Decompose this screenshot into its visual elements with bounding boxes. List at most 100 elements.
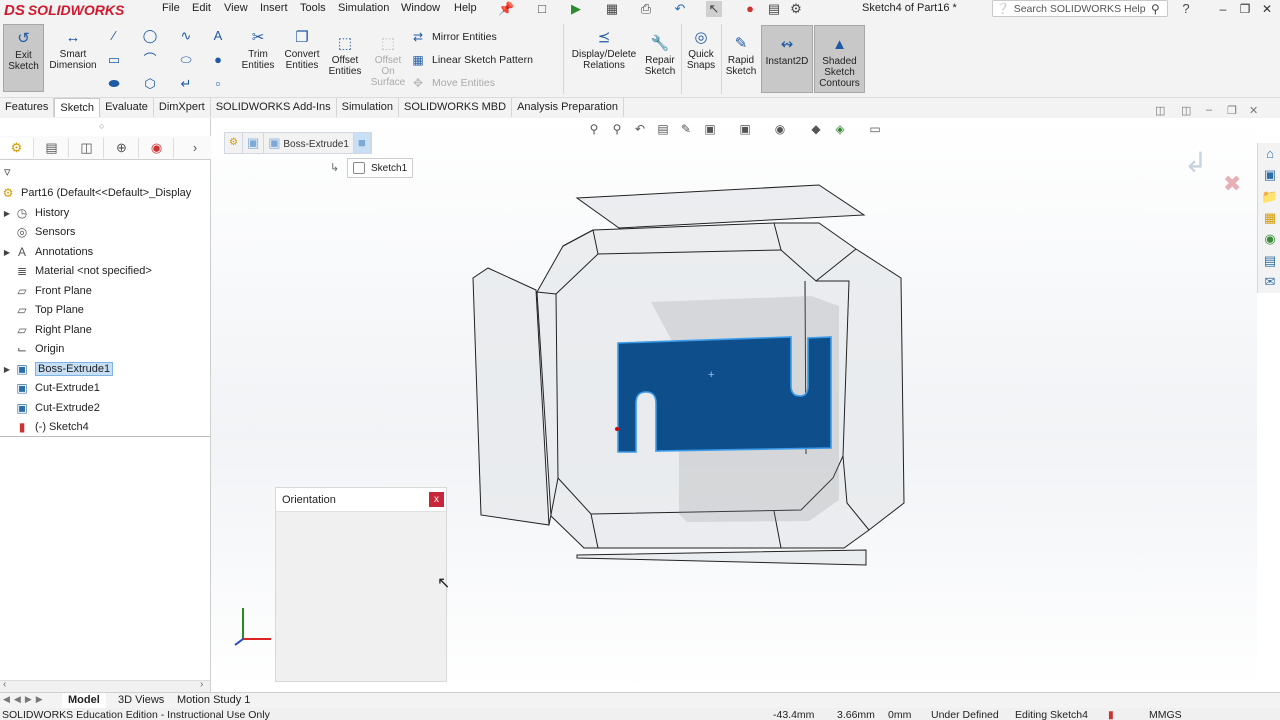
offset-on-surface-button[interactable]: ⬚ Offset On Surface: [368, 35, 408, 88]
view-palette-icon[interactable]: ▦: [1261, 209, 1279, 227]
file-properties-icon[interactable]: ▤: [766, 1, 782, 17]
doc-minimize-icon[interactable]: –: [1206, 104, 1212, 116]
circle-icon[interactable]: ◯: [142, 28, 158, 44]
appearances-icon[interactable]: ◉: [1261, 230, 1279, 248]
tree-item-right-plane[interactable]: ▱ Right Plane: [0, 321, 92, 339]
rebuild-icon[interactable]: ●: [742, 1, 758, 17]
plane-icon[interactable]: ▫: [210, 76, 226, 92]
menu-file[interactable]: File: [162, 2, 180, 14]
dimxpert-manager-tab-icon[interactable]: ⊕: [105, 138, 139, 158]
minimize-button[interactable]: –: [1214, 0, 1232, 18]
display-manager-tab-icon[interactable]: ◉: [140, 138, 174, 158]
rollback-bar[interactable]: [0, 436, 210, 437]
mirror-entities-button[interactable]: ⇄ Mirror Entities: [410, 30, 497, 44]
doc-restore-icon[interactable]: ❐: [1227, 104, 1237, 117]
feature-manager-tab-icon[interactable]: ⚙: [0, 138, 34, 158]
tab-features[interactable]: Features: [0, 98, 55, 117]
new-window-icon[interactable]: ◫: [1181, 104, 1191, 117]
tile-window-icon[interactable]: ◫: [1155, 104, 1165, 117]
instant2d-button[interactable]: ↭ Instant2D: [761, 25, 813, 93]
tab-simulation[interactable]: Simulation: [337, 98, 400, 117]
filter-icon[interactable]: ▿: [4, 164, 11, 180]
close-button[interactable]: ✕: [1258, 0, 1276, 18]
property-manager-tab-icon[interactable]: ▤: [35, 138, 69, 158]
tree-item-origin[interactable]: ⌙ Origin: [0, 340, 64, 358]
scroll-left-icon[interactable]: ‹: [3, 679, 6, 690]
text-icon[interactable]: A: [210, 28, 226, 44]
tree-item-sensors[interactable]: ◎ Sensors: [0, 223, 76, 241]
restore-button[interactable]: ❐: [1236, 0, 1254, 18]
tree-item-top-plane[interactable]: ▱ Top Plane: [0, 301, 84, 319]
tree-item-material[interactable]: ≣ Material <not specified>: [0, 262, 152, 280]
tree-item-front-plane[interactable]: ▱ Front Plane: [0, 282, 92, 300]
tab-scroll-arrows-icon[interactable]: ◀◀▶▶: [3, 694, 47, 705]
expand-arrow-icon[interactable]: ▶: [0, 365, 14, 374]
linear-sketch-pattern-button[interactable]: ▦ Linear Sketch Pattern: [410, 53, 533, 67]
tree-item-cut-extrude1[interactable]: ▣ Cut-Extrude1: [0, 379, 99, 397]
convert-entities-button[interactable]: ❐ Convert Entities: [281, 29, 323, 71]
help-menu-icon[interactable]: ?: [1178, 1, 1194, 17]
tree-root-part[interactable]: ⚙ Part16 (Default<<Default>_Display: [0, 184, 192, 202]
tab-solidworks-mbd[interactable]: SOLIDWORKS MBD: [399, 98, 513, 117]
tree-item-sketch4[interactable]: ▮ (-) Sketch4: [0, 418, 89, 436]
offset-entities-button[interactable]: ⬚ Offset Entities: [326, 35, 364, 77]
spline-icon[interactable]: ∿: [178, 28, 194, 44]
save-icon[interactable]: ▦: [604, 1, 620, 17]
repair-sketch-button[interactable]: 🔧 Repair Sketch: [642, 35, 678, 77]
tab-solidworks-addins[interactable]: SOLIDWORKS Add-Ins: [211, 98, 337, 117]
menu-insert[interactable]: Insert: [260, 2, 288, 14]
design-library-icon[interactable]: ▣: [1261, 166, 1279, 184]
doc-close-icon[interactable]: ✕: [1249, 104, 1258, 117]
menu-help[interactable]: Help: [454, 2, 477, 14]
solidworks-resources-icon[interactable]: ⌂: [1261, 145, 1279, 163]
search-icon[interactable]: ⚲: [1151, 2, 1167, 16]
tab-motion-study-1[interactable]: Motion Study 1: [171, 693, 256, 708]
tab-dimxpert[interactable]: DimXpert: [154, 98, 211, 117]
display-delete-relations-button[interactable]: ⪯ Display/Delete Relations: [568, 29, 640, 71]
menu-view[interactable]: View: [224, 2, 248, 14]
undo-icon[interactable]: ↶: [672, 1, 688, 17]
exit-sketch-button[interactable]: ↺ Exit Sketch: [3, 24, 44, 92]
rebuild-status-icon[interactable]: ▮: [1108, 708, 1114, 720]
tab-3d-views[interactable]: 3D Views: [112, 693, 170, 708]
orientation-close-button[interactable]: x: [429, 492, 444, 507]
chevron-right-icon[interactable]: ›: [185, 138, 205, 158]
configuration-manager-tab-icon[interactable]: ◫: [70, 138, 104, 158]
solidworks-logo[interactable]: DS SOLIDWORKS: [4, 1, 124, 19]
fillet-icon[interactable]: ↵: [178, 76, 194, 92]
move-entities-button[interactable]: ✥ Move Entities: [410, 76, 495, 90]
open-icon[interactable]: ▶: [568, 1, 584, 17]
scroll-right-icon[interactable]: ›: [200, 679, 203, 690]
line-icon[interactable]: ∕: [106, 28, 122, 44]
ellipse-icon[interactable]: ⬭: [178, 52, 194, 68]
quick-snaps-button[interactable]: ◎ Quick Snaps: [684, 29, 718, 71]
smart-dimension-button[interactable]: ↔ Smart Dimension: [46, 29, 100, 89]
point-icon[interactable]: ●: [210, 52, 226, 68]
panel-grip-icon[interactable]: ○: [99, 121, 104, 131]
expand-arrow-icon[interactable]: ▶: [0, 209, 14, 218]
tab-sketch[interactable]: Sketch: [54, 98, 101, 117]
shaded-sketch-contours-button[interactable]: ▲ Shaded Sketch Contours: [814, 25, 865, 93]
menu-tools[interactable]: Tools: [300, 2, 326, 14]
tab-model[interactable]: Model: [62, 693, 106, 708]
custom-properties-icon[interactable]: ▤: [1261, 252, 1279, 270]
rectangle-icon[interactable]: ▭: [106, 52, 122, 68]
options-gear-icon[interactable]: ⚙: [788, 1, 804, 17]
tree-item-history[interactable]: ▶ ◷ History: [0, 204, 69, 222]
expand-arrow-icon[interactable]: ▶: [0, 248, 14, 257]
trim-entities-button[interactable]: ✂ Trim Entities: [238, 29, 278, 71]
tab-evaluate[interactable]: Evaluate: [100, 98, 154, 117]
units-selector[interactable]: MMGS: [1149, 708, 1182, 720]
search-help-input[interactable]: ❔ Search SOLIDWORKS Help ⚲: [992, 0, 1168, 17]
arc-icon[interactable]: ⌒: [142, 52, 158, 68]
tree-item-cut-extrude2[interactable]: ▣ Cut-Extrude2: [0, 399, 99, 417]
menu-edit[interactable]: Edit: [192, 2, 211, 14]
tree-item-boss-extrude1[interactable]: ▶ ▣ Boss-Extrude1: [0, 360, 114, 378]
forum-icon[interactable]: ✉: [1261, 273, 1279, 291]
menu-simulation[interactable]: Simulation: [338, 2, 389, 14]
rapid-sketch-button[interactable]: ✎ Rapid Sketch: [724, 35, 758, 77]
new-document-icon[interactable]: □: [534, 1, 550, 17]
menu-window[interactable]: Window: [401, 2, 440, 14]
select-icon[interactable]: ↖: [706, 1, 722, 17]
polygon-icon[interactable]: ⬡: [142, 76, 158, 92]
